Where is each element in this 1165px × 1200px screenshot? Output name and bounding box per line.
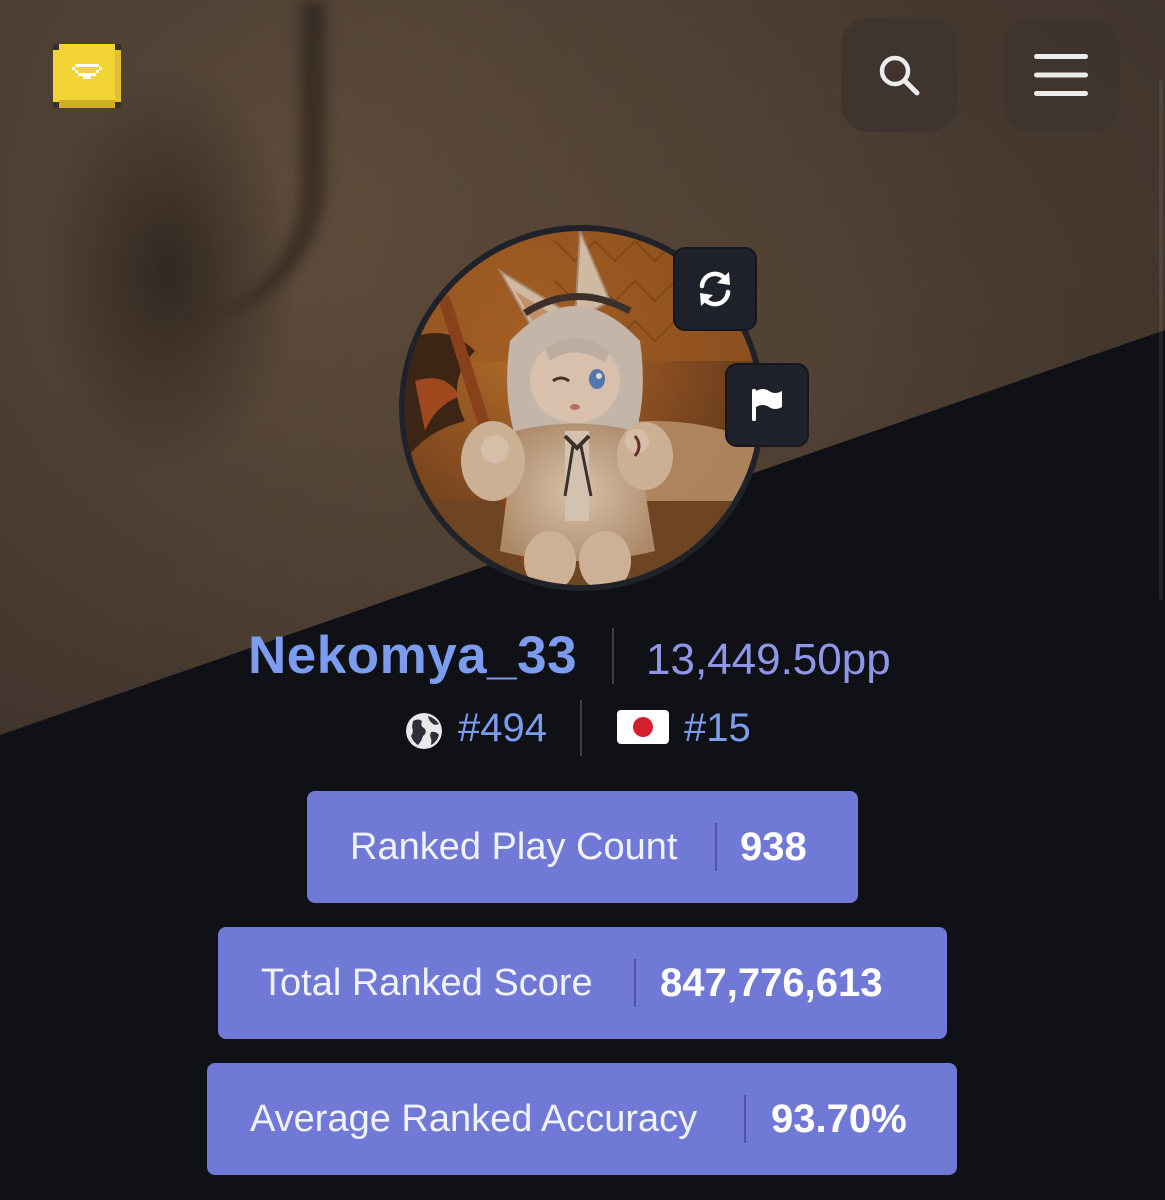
japan-flag-icon (617, 710, 669, 744)
stat-value: 847,776,613 (660, 961, 883, 1005)
flag-icon (752, 389, 782, 421)
refresh-button[interactable] (673, 247, 757, 331)
profile-name-row: Nekomya_33 13,449.50pp (0, 618, 1165, 694)
stat-average-ranked-accuracy: Average Ranked Accuracy 93.70% (207, 1063, 957, 1175)
stat-value: 93.70% (771, 1097, 907, 1141)
stat-label: Ranked Play Count (350, 826, 678, 868)
report-button[interactable] (725, 363, 809, 447)
site-logo-icon[interactable] (53, 44, 121, 108)
search-icon (879, 55, 920, 96)
username: Nekomya_33 (248, 626, 578, 685)
search-button[interactable] (841, 18, 957, 132)
stat-ranked-play-count: Ranked Play Count 938 (307, 791, 858, 903)
stat-label: Average Ranked Accuracy (250, 1098, 698, 1140)
rank-row: #494 #15 (0, 696, 1165, 760)
menu-button[interactable] (1003, 18, 1119, 132)
stat-divider (744, 1095, 746, 1143)
stat-total-ranked-score: Total Ranked Score 847,776,613 (218, 927, 947, 1039)
divider (580, 700, 582, 756)
divider (612, 628, 614, 684)
stat-label: Total Ranked Score (261, 962, 593, 1004)
performance-points: 13,449.50pp (646, 635, 891, 684)
country-rank[interactable]: #15 (684, 696, 751, 760)
hamburger-menu-icon (1034, 54, 1088, 96)
stat-value: 938 (740, 825, 807, 869)
globe-icon (406, 713, 442, 749)
stat-divider (634, 959, 636, 1007)
global-rank[interactable]: #494 (458, 696, 547, 760)
pixel-gem-icon (53, 44, 121, 108)
stat-divider (715, 823, 717, 871)
refresh-icon (699, 271, 731, 307)
scrollbar[interactable] (1159, 80, 1163, 600)
